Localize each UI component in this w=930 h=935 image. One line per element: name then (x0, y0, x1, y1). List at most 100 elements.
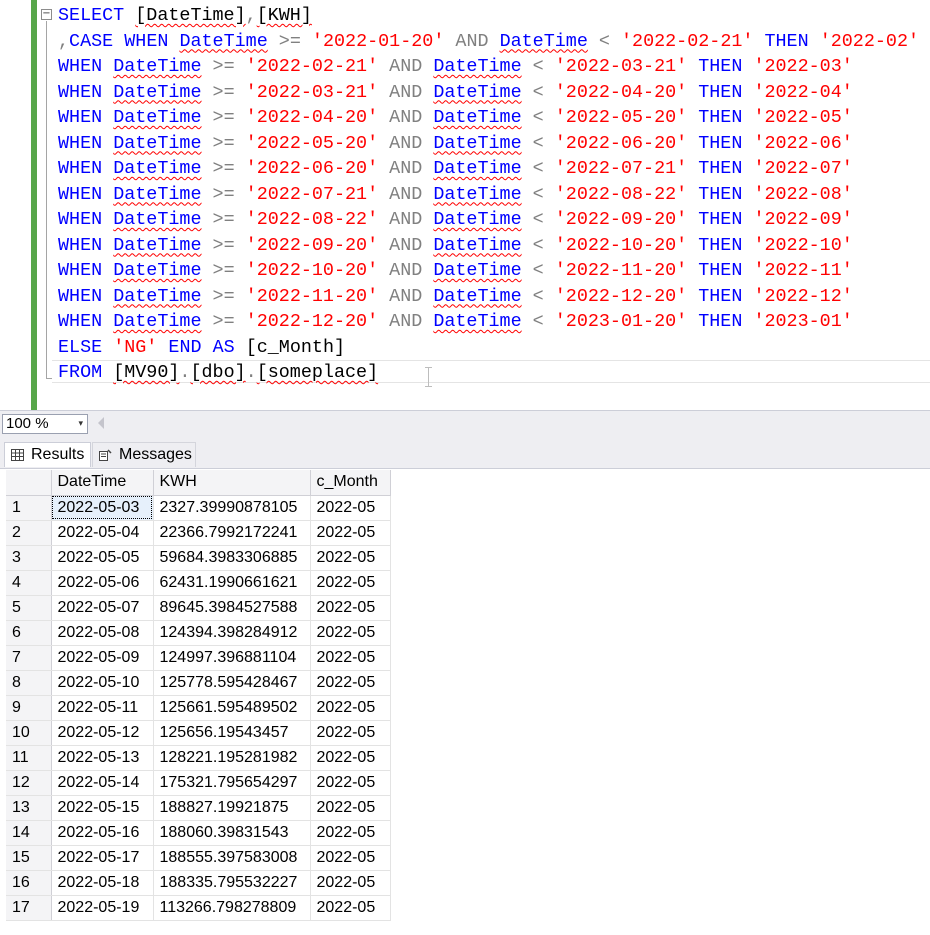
cell-kwh[interactable]: 125778.595428467 (153, 670, 311, 696)
table-row[interactable]: 7 2022-05-09 124997.396881104 2022-05 (6, 645, 391, 671)
cell-c-month[interactable]: 2022-05 (310, 570, 391, 596)
code-line[interactable]: SELECT [DateTime],[KWH] (58, 3, 919, 29)
cell-kwh[interactable]: 59684.3983306885 (153, 545, 311, 571)
cell-kwh[interactable]: 188555.397583008 (153, 845, 311, 871)
cell-c-month[interactable]: 2022-05 (310, 670, 391, 696)
tab-results[interactable]: Results (4, 442, 91, 467)
cell-c-month[interactable]: 2022-05 (310, 545, 391, 571)
column-header-datetime[interactable]: DateTime (51, 470, 154, 496)
code-line[interactable]: WHEN DateTime >= '2022-10-20' AND DateTi… (58, 258, 919, 284)
row-number[interactable]: 12 (6, 770, 52, 796)
table-row[interactable]: 2 2022-05-04 22366.7992172241 2022-05 (6, 520, 391, 546)
column-header-c-month[interactable]: c_Month (310, 470, 391, 496)
scroll-left-icon[interactable] (98, 417, 104, 429)
table-row[interactable]: 1 2022-05-03 2327.39990878105 2022-05 (6, 495, 391, 521)
cell-kwh[interactable]: 89645.3984527588 (153, 595, 311, 621)
code-line[interactable]: ,CASE WHEN DateTime >= '2022-01-20' AND … (58, 29, 919, 55)
row-number[interactable]: 9 (6, 695, 52, 721)
table-row[interactable]: 12 2022-05-14 175321.795654297 2022-05 (6, 770, 391, 796)
results-grid[interactable]: DateTime KWH c_Month 1 2022-05-03 2327.399… (6, 470, 391, 921)
code-line[interactable]: WHEN DateTime >= '2022-07-21' AND DateTi… (58, 182, 919, 208)
code-line[interactable]: WHEN DateTime >= '2022-05-20' AND DateTi… (58, 131, 919, 157)
chevron-down-icon[interactable]: ▾ (78, 415, 83, 433)
row-number[interactable]: 13 (6, 795, 52, 821)
row-number[interactable]: 8 (6, 670, 52, 696)
cell-kwh[interactable]: 113266.798278809 (153, 895, 311, 921)
code-line[interactable]: WHEN DateTime >= '2022-09-20' AND DateTi… (58, 233, 919, 259)
cell-c-month[interactable]: 2022-05 (310, 495, 391, 521)
cell-kwh[interactable]: 125656.19543457 (153, 720, 311, 746)
cell-kwh[interactable]: 124394.398284912 (153, 620, 311, 646)
cell-c-month[interactable]: 2022-05 (310, 870, 391, 896)
cell-datetime[interactable]: 2022-05-04 (51, 520, 154, 546)
cell-c-month[interactable]: 2022-05 (310, 745, 391, 771)
row-number[interactable]: 14 (6, 820, 52, 846)
table-row[interactable]: 16 2022-05-18 188335.795532227 2022-05 (6, 870, 391, 896)
table-row[interactable]: 10 2022-05-12 125656.19543457 2022-05 (6, 720, 391, 746)
cell-c-month[interactable]: 2022-05 (310, 520, 391, 546)
results-grid-area[interactable]: DateTime KWH c_Month 1 2022-05-03 2327.399… (0, 469, 930, 935)
cell-datetime[interactable]: 2022-05-11 (51, 695, 154, 721)
cell-c-month[interactable]: 2022-05 (310, 820, 391, 846)
column-header-kwh[interactable]: KWH (153, 470, 311, 496)
sql-editor[interactable]: − SELECT [DateTime],[KWH] ,CASE WHEN Date… (0, 0, 930, 410)
table-row[interactable]: 9 2022-05-11 125661.595489502 2022-05 (6, 695, 391, 721)
table-row[interactable]: 8 2022-05-10 125778.595428467 2022-05 (6, 670, 391, 696)
tab-messages[interactable]: Messages (92, 442, 196, 467)
row-number[interactable]: 11 (6, 745, 52, 771)
sql-code[interactable]: SELECT [DateTime],[KWH] ,CASE WHEN DateTi… (58, 3, 919, 386)
row-number[interactable]: 16 (6, 870, 52, 896)
cell-kwh[interactable]: 188827.19921875 (153, 795, 311, 821)
row-number[interactable]: 5 (6, 595, 52, 621)
grid-corner[interactable] (6, 470, 52, 496)
cell-kwh[interactable]: 2327.39990878105 (153, 495, 311, 521)
table-row[interactable]: 6 2022-05-08 124394.398284912 2022-05 (6, 620, 391, 646)
row-number[interactable]: 3 (6, 545, 52, 571)
cell-datetime[interactable]: 2022-05-18 (51, 870, 154, 896)
cell-kwh[interactable]: 175321.795654297 (153, 770, 311, 796)
cell-kwh[interactable]: 22366.7992172241 (153, 520, 311, 546)
collapse-toggle-icon[interactable]: − (41, 9, 52, 20)
cell-datetime[interactable]: 2022-05-13 (51, 745, 154, 771)
cell-datetime[interactable]: 2022-05-16 (51, 820, 154, 846)
cell-kwh[interactable]: 125661.595489502 (153, 695, 311, 721)
cell-datetime[interactable]: 2022-05-07 (51, 595, 154, 621)
table-row[interactable]: 17 2022-05-19 113266.798278809 2022-05 (6, 895, 391, 921)
code-line[interactable]: WHEN DateTime >= '2022-12-20' AND DateTi… (58, 309, 919, 335)
cell-kwh[interactable]: 124997.396881104 (153, 645, 311, 671)
table-row[interactable]: 5 2022-05-07 89645.3984527588 2022-05 (6, 595, 391, 621)
code-line[interactable]: WHEN DateTime >= '2022-08-22' AND DateTi… (58, 207, 919, 233)
code-line[interactable]: WHEN DateTime >= '2022-03-21' AND DateTi… (58, 80, 919, 106)
cell-c-month[interactable]: 2022-05 (310, 620, 391, 646)
cell-datetime[interactable]: 2022-05-06 (51, 570, 154, 596)
cell-c-month[interactable]: 2022-05 (310, 595, 391, 621)
table-row[interactable]: 14 2022-05-16 188060.39831543 2022-05 (6, 820, 391, 846)
cell-c-month[interactable]: 2022-05 (310, 895, 391, 921)
table-row[interactable]: 15 2022-05-17 188555.397583008 2022-05 (6, 845, 391, 871)
cell-kwh[interactable]: 188335.795532227 (153, 870, 311, 896)
row-number[interactable]: 4 (6, 570, 52, 596)
row-number[interactable]: 10 (6, 720, 52, 746)
table-row[interactable]: 13 2022-05-15 188827.19921875 2022-05 (6, 795, 391, 821)
cell-datetime[interactable]: 2022-05-15 (51, 795, 154, 821)
cell-c-month[interactable]: 2022-05 (310, 720, 391, 746)
code-line[interactable]: ELSE 'NG' END AS [c_Month] (58, 335, 919, 361)
row-number[interactable]: 2 (6, 520, 52, 546)
cell-datetime[interactable]: 2022-05-17 (51, 845, 154, 871)
cell-c-month[interactable]: 2022-05 (310, 770, 391, 796)
cell-datetime[interactable]: 2022-05-19 (51, 895, 154, 921)
cell-c-month[interactable]: 2022-05 (310, 845, 391, 871)
cell-kwh[interactable]: 188060.39831543 (153, 820, 311, 846)
table-row[interactable]: 11 2022-05-13 128221.195281982 2022-05 (6, 745, 391, 771)
cell-datetime[interactable]: 2022-05-08 (51, 620, 154, 646)
cell-kwh[interactable]: 62431.1990661621 (153, 570, 311, 596)
cell-c-month[interactable]: 2022-05 (310, 645, 391, 671)
cell-datetime[interactable]: 2022-05-12 (51, 720, 154, 746)
table-row[interactable]: 4 2022-05-06 62431.1990661621 2022-05 (6, 570, 391, 596)
code-line[interactable]: WHEN DateTime >= '2022-04-20' AND DateTi… (58, 105, 919, 131)
code-line[interactable]: WHEN DateTime >= '2022-11-20' AND DateTi… (58, 284, 919, 310)
cell-datetime[interactable]: 2022-05-09 (51, 645, 154, 671)
zoom-select[interactable]: 100 % ▾ (2, 414, 88, 434)
row-number[interactable]: 15 (6, 845, 52, 871)
cell-datetime[interactable]: 2022-05-10 (51, 670, 154, 696)
